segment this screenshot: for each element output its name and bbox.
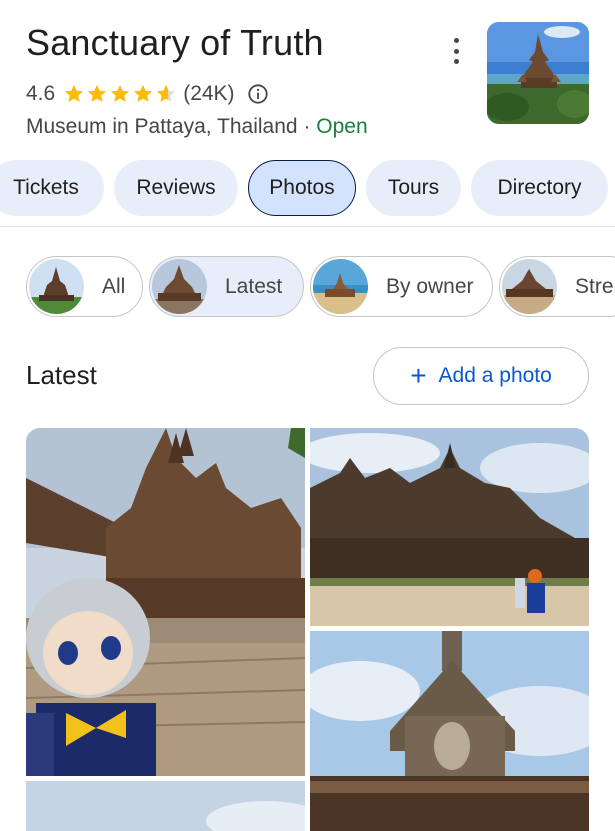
star-icon <box>65 85 84 102</box>
place-title: Sanctuary of Truth <box>26 22 324 63</box>
tab-label: Directory <box>497 176 582 199</box>
chip-by-owner[interactable]: By owner <box>310 256 493 317</box>
star-icon <box>111 85 130 102</box>
tab-directory[interactable]: Directory <box>471 160 608 216</box>
chip-thumbnail <box>29 259 84 314</box>
place-thumbnail[interactable] <box>487 22 589 124</box>
plus-icon: + <box>410 360 427 391</box>
section-title: Latest <box>26 360 97 390</box>
divider <box>0 226 615 227</box>
photo-tile[interactable] <box>310 631 589 831</box>
chip-street-view[interactable]: Stre <box>499 256 615 317</box>
chip-all[interactable]: All <box>26 256 143 317</box>
chip-label: Latest <box>225 274 283 298</box>
star-rating <box>63 83 178 105</box>
photo-tile[interactable] <box>26 428 305 776</box>
review-count: (24K) <box>183 82 235 105</box>
photo-tile[interactable] <box>26 781 305 831</box>
star-icon <box>134 85 153 102</box>
place-category: Museum in Pattaya, Thailand <box>26 115 298 138</box>
photo-filter-chips: All Latest By owner Stre <box>0 256 615 318</box>
tab-label: Reviews <box>136 176 216 199</box>
separator: · <box>297 115 317 138</box>
photo-tile[interactable] <box>310 428 589 626</box>
star-icon <box>88 85 107 102</box>
chip-label: By owner <box>386 274 474 298</box>
place-subtitle: Museum in Pattaya, Thailand · Open <box>26 115 368 139</box>
star-icon <box>157 85 176 102</box>
tab-reviews[interactable]: Reviews <box>114 160 238 216</box>
chip-latest[interactable]: Latest <box>149 256 304 317</box>
add-photo-label: Add a photo <box>438 364 552 387</box>
rating-value: 4.6 <box>26 82 56 105</box>
tab-label: Tours <box>387 176 440 199</box>
chip-label: All <box>102 274 126 298</box>
tab-tours[interactable]: Tours <box>366 160 461 216</box>
chip-label: Stre <box>575 274 614 298</box>
tab-label: Tickets <box>13 176 79 199</box>
chip-thumbnail <box>152 259 207 314</box>
tab-label: Photos <box>269 176 335 199</box>
tab-photos[interactable]: Photos <box>248 160 356 216</box>
more-options-icon[interactable] <box>444 38 468 64</box>
chip-thumbnail <box>313 259 368 314</box>
tab-tickets[interactable]: Tickets <box>0 160 104 216</box>
chip-thumbnail <box>502 259 557 314</box>
info-icon[interactable] <box>247 83 269 105</box>
rating-row[interactable]: 4.6 (24K) <box>26 82 269 106</box>
open-status: Open <box>316 115 368 138</box>
place-tabs: Tickets Reviews Photos Tours Directory <box>0 160 615 218</box>
add-photo-button[interactable]: + Add a photo <box>373 347 589 405</box>
